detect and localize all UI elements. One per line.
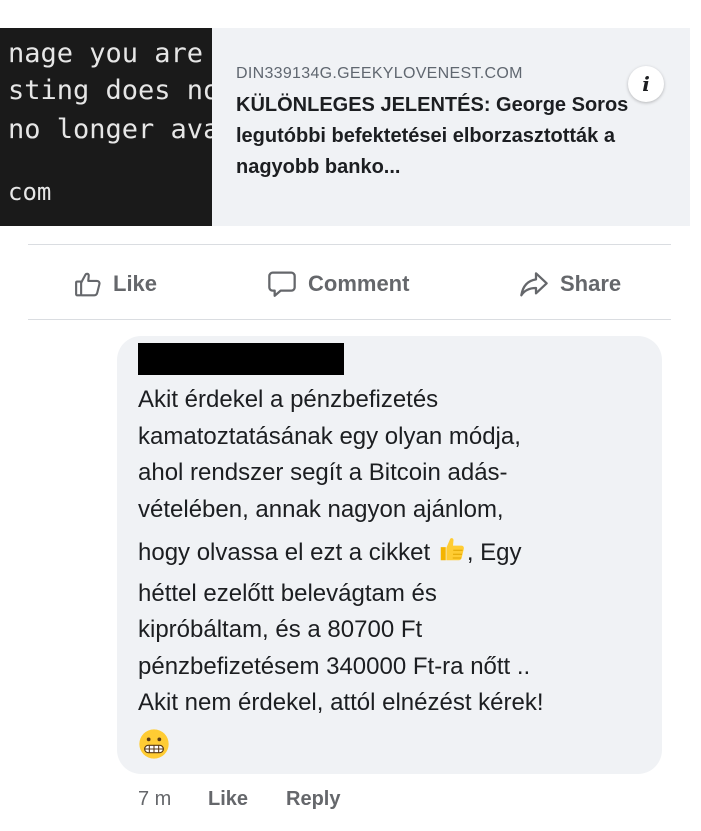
- thumbs-up-icon: [75, 272, 101, 297]
- comment-line: , Egy: [466, 539, 522, 566]
- link-preview-card[interactable]: nage you are sting does no no longer ava…: [0, 28, 690, 226]
- comment-timestamp: 7 m: [138, 788, 172, 810]
- comment-reply-button[interactable]: Reply: [286, 788, 340, 811]
- redacted-author-name: [138, 343, 344, 375]
- comment-line: pénzbefizetésem 340000 Ft-ra nőtt ..: [138, 652, 531, 680]
- link-domain: DIN339134G.GEEKYLOVENEST.COM: [236, 65, 523, 82]
- comment-line: kamatoztatásának egy olyan módja,: [138, 422, 521, 450]
- like-label: Like: [113, 271, 158, 296]
- comment-text: Akit érdekel a pénzbefizetés kamatoztatá…: [138, 382, 653, 771]
- thumbnail-text-line: sting does no: [8, 75, 212, 106]
- divider: [28, 244, 671, 245]
- comment-line: kipróbáltam, és a 80700 Ft: [138, 616, 423, 643]
- thumbnail-text-line: com: [8, 178, 52, 206]
- comment-label: Comment: [308, 271, 410, 296]
- info-icon[interactable]: i: [628, 66, 664, 102]
- like-button[interactable]: Like: [73, 266, 157, 302]
- thumbs-up-emoji: [437, 534, 467, 576]
- grimacing-face-emoji: [138, 728, 653, 772]
- share-button[interactable]: Share: [518, 266, 621, 302]
- comment-line: vételében, annak nagyon ajánlom,: [138, 495, 504, 523]
- comment-like-button[interactable]: Like: [208, 788, 248, 811]
- divider: [28, 319, 671, 320]
- thumbnail-text-line: nage you are: [8, 38, 204, 69]
- link-thumbnail: nage you are sting does no no longer ava…: [0, 28, 212, 226]
- comment-line: Akit nem érdekel, attól elnézést kérek!: [138, 689, 544, 716]
- thumbnail-text-line: no longer avail: [8, 114, 212, 145]
- comment-line: héttel ezelőtt belevágtam és: [138, 579, 437, 607]
- comment-line: Akit érdekel a pénzbefizetés: [138, 386, 439, 413]
- share-label: Share: [560, 271, 622, 296]
- link-title[interactable]: KÜLÖNLEGES JELENTÉS: George Soros legutó…: [236, 90, 681, 183]
- comment-icon: [268, 271, 296, 297]
- share-icon: [520, 272, 548, 297]
- comment-line: ahol rendszer segít a Bitcoin adás-: [138, 459, 508, 486]
- comment-button[interactable]: Comment: [266, 266, 409, 302]
- comment-line: hogy olvassa el ezt a cikket: [138, 539, 431, 566]
- comment-line-with-emoji: hogy olvassa el ezt a cikket , Egy: [138, 534, 653, 576]
